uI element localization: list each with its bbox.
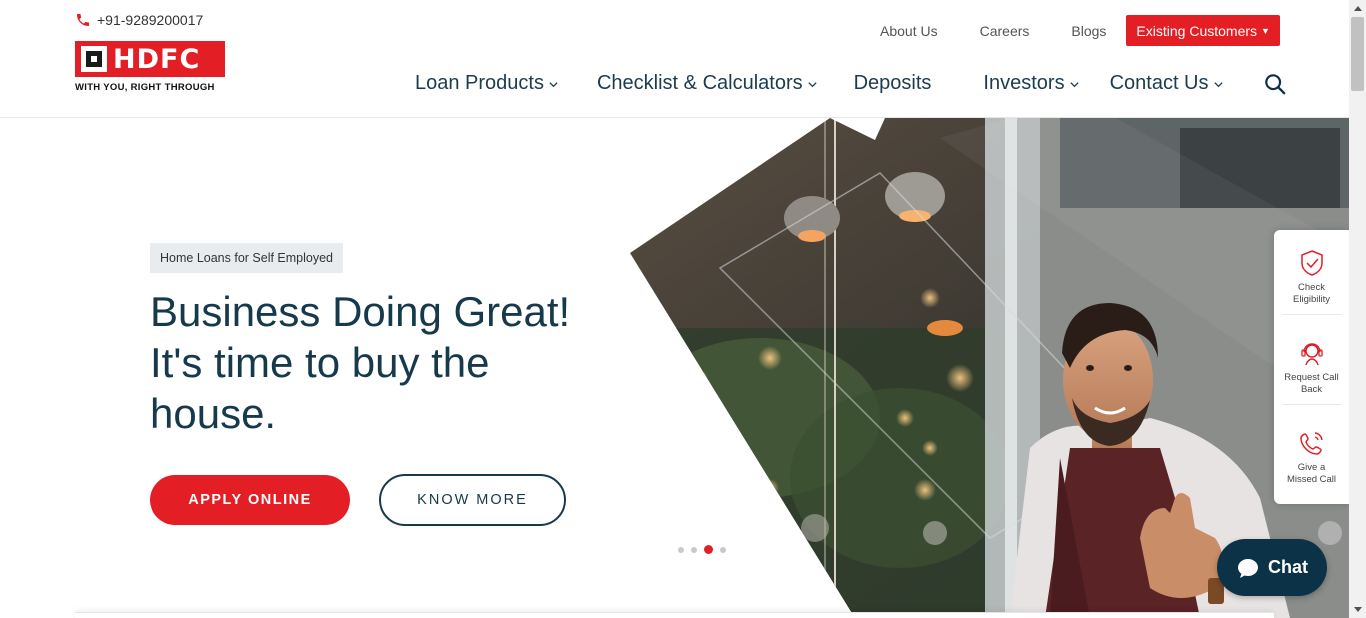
phone-contact[interactable]: +91-9289200017 (75, 12, 203, 28)
existing-customers-button[interactable]: Existing Customers ▼ (1126, 15, 1280, 46)
hdfc-logo[interactable]: HDFC WITH YOU, RIGHT THROUGH (75, 41, 227, 96)
missed-call-item[interactable]: Give a Missed Call (1274, 428, 1349, 486)
main-nav: Loan Products Checklist & Calculators De… (415, 72, 1286, 95)
phone-ringing-icon (1299, 432, 1323, 455)
chevron-down-icon (1069, 82, 1079, 88)
logo-mark-icon (81, 46, 107, 72)
chat-label: Chat (1268, 557, 1308, 577)
nav-loan-products[interactable]: Loan Products (415, 72, 559, 95)
carousel-dot-2[interactable] (691, 546, 697, 553)
content-card-edge (75, 612, 1274, 618)
nav-checklist-label: Checklist & Calculators (596, 72, 803, 94)
blogs-link[interactable]: Blogs (1071, 16, 1106, 46)
category-badge: Home Loans for Self Employed (150, 243, 344, 273)
hero-banner: Home Loans for Self Employed Business Do… (0, 118, 1349, 618)
scroll-thumb[interactable] (1351, 17, 1364, 91)
request-call-back-item[interactable]: Request Call Back (1274, 338, 1349, 396)
search-icon[interactable] (1264, 73, 1286, 95)
logo-tagline: WITH YOU, RIGHT THROUGH (75, 82, 215, 93)
nav-investors-label: Investors (983, 72, 1065, 94)
page-scrollbar[interactable] (1349, 0, 1366, 618)
shield-check-icon (1300, 250, 1323, 276)
phone-icon (77, 14, 89, 26)
carousel-dot-1[interactable] (678, 546, 684, 553)
about-us-link[interactable]: About Us (880, 16, 938, 46)
nav-contact-us[interactable]: Contact Us (1110, 72, 1224, 95)
nav-contact-label: Contact Us (1109, 72, 1209, 94)
know-more-button[interactable]: KNOW MORE (379, 474, 566, 526)
chat-bubble-icon (1238, 558, 1258, 578)
nav-deposits-label: Deposits (853, 72, 932, 94)
hero-headline: Business Doing Great! It's time to buy t… (150, 286, 580, 439)
chevron-down-icon (549, 82, 558, 88)
carousel-dots (678, 545, 726, 554)
nav-deposits[interactable]: Deposits (854, 72, 932, 95)
chevron-down-icon (807, 82, 817, 88)
carousel-dot-4[interactable] (720, 546, 726, 553)
check-eligibility-label: Check Eligibility (1293, 282, 1330, 305)
site-header: +91-9289200017 HDFC WITH YOU, RIGHT THRO… (0, 0, 1349, 118)
scroll-up-arrow-icon[interactable] (1349, 0, 1366, 17)
logo-box: HDFC (75, 41, 225, 77)
nav-loan-products-label: Loan Products (415, 72, 544, 94)
scroll-down-arrow-icon[interactable] (1349, 601, 1366, 618)
headline-line-2: It's time to buy the (150, 339, 490, 386)
chevron-down-icon (1213, 82, 1223, 88)
nav-checklist-calculators[interactable]: Checklist & Calculators (597, 72, 818, 95)
check-eligibility-item[interactable]: Check Eligibility (1274, 248, 1349, 306)
headline-line-1: Business Doing Great! (150, 288, 571, 335)
request-call-back-label: Request Call Back (1284, 372, 1339, 395)
quick-actions-panel: Check Eligibility Request Call Back Give… (1274, 230, 1349, 504)
carousel-dot-3[interactable] (704, 545, 713, 554)
nav-investors[interactable]: Investors (983, 72, 1079, 95)
missed-call-label: Give a Missed Call (1286, 462, 1337, 485)
headset-agent-icon (1300, 343, 1323, 366)
existing-customers-label: Existing Customers (1136, 22, 1258, 39)
top-links: About Us Careers Blogs Existing Customer… (880, 15, 1280, 46)
divider (1282, 314, 1342, 315)
divider (1282, 404, 1342, 405)
phone-number: +91-9289200017 (97, 12, 204, 28)
apply-online-button[interactable]: APPLY ONLINE (150, 475, 350, 525)
chevron-down-icon: ▼ (1261, 25, 1270, 36)
chat-button[interactable]: Chat (1217, 539, 1327, 596)
careers-link[interactable]: Careers (980, 16, 1030, 46)
logo-word: HDFC (113, 43, 201, 75)
headline-line-3: house. (150, 390, 277, 437)
